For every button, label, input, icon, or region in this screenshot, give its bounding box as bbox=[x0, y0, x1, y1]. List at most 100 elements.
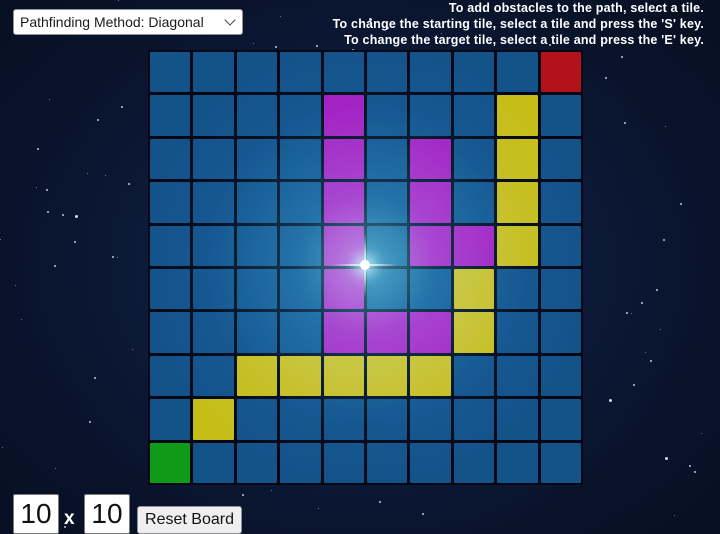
tile-empty[interactable] bbox=[323, 399, 364, 440]
tile-empty[interactable] bbox=[497, 269, 538, 310]
tile-empty[interactable] bbox=[193, 52, 234, 93]
tile-empty[interactable] bbox=[280, 138, 321, 180]
tile-empty[interactable] bbox=[367, 442, 408, 483]
tile-visited[interactable] bbox=[410, 182, 451, 223]
tile-empty[interactable] bbox=[236, 95, 278, 136]
tile-empty[interactable] bbox=[280, 269, 321, 310]
tile-empty[interactable] bbox=[367, 138, 408, 180]
tile-empty[interactable] bbox=[453, 138, 495, 180]
tile-empty[interactable] bbox=[280, 52, 321, 93]
tile-path[interactable] bbox=[323, 355, 364, 397]
tile-empty[interactable] bbox=[540, 269, 581, 310]
tile-empty[interactable] bbox=[540, 95, 581, 136]
tile-empty[interactable] bbox=[367, 269, 408, 310]
tile-empty[interactable] bbox=[497, 442, 538, 483]
tile-empty[interactable] bbox=[280, 182, 321, 223]
tile-empty[interactable] bbox=[453, 399, 495, 440]
tile-empty[interactable] bbox=[453, 442, 495, 483]
tile-path[interactable] bbox=[193, 399, 234, 440]
tile-empty[interactable] bbox=[236, 52, 278, 93]
reset-board-button[interactable]: Reset Board bbox=[137, 506, 242, 534]
tile-empty[interactable] bbox=[150, 52, 191, 93]
pathfinding-method-select[interactable]: Pathfinding Method: Diagonal bbox=[13, 9, 243, 35]
tile-empty[interactable] bbox=[236, 399, 278, 440]
tile-empty[interactable] bbox=[280, 399, 321, 440]
tile-visited[interactable] bbox=[323, 269, 364, 310]
tile-empty[interactable] bbox=[367, 225, 408, 266]
tile-empty[interactable] bbox=[236, 269, 278, 310]
tile-empty[interactable] bbox=[150, 95, 191, 136]
tile-path[interactable] bbox=[367, 355, 408, 397]
tile-empty[interactable] bbox=[497, 355, 538, 397]
tile-visited[interactable] bbox=[323, 312, 364, 353]
tile-empty[interactable] bbox=[410, 442, 451, 483]
tile-path[interactable] bbox=[453, 312, 495, 353]
tile-empty[interactable] bbox=[280, 312, 321, 353]
tile-empty[interactable] bbox=[150, 399, 191, 440]
tile-start[interactable] bbox=[150, 442, 191, 483]
tile-empty[interactable] bbox=[323, 52, 364, 93]
tile-visited[interactable] bbox=[323, 182, 364, 223]
tile-empty[interactable] bbox=[453, 355, 495, 397]
tile-empty[interactable] bbox=[540, 355, 581, 397]
tile-empty[interactable] bbox=[236, 182, 278, 223]
tile-visited[interactable] bbox=[323, 138, 364, 180]
tile-empty[interactable] bbox=[193, 95, 234, 136]
tile-visited[interactable] bbox=[410, 138, 451, 180]
tile-visited[interactable] bbox=[410, 312, 451, 353]
columns-input[interactable]: 10 bbox=[84, 494, 130, 534]
tile-path[interactable] bbox=[236, 355, 278, 397]
tile-empty[interactable] bbox=[453, 52, 495, 93]
tile-path[interactable] bbox=[497, 95, 538, 136]
tile-empty[interactable] bbox=[453, 182, 495, 223]
tile-empty[interactable] bbox=[453, 95, 495, 136]
tile-empty[interactable] bbox=[236, 225, 278, 266]
tile-empty[interactable] bbox=[497, 399, 538, 440]
tile-empty[interactable] bbox=[236, 442, 278, 483]
tile-empty[interactable] bbox=[540, 312, 581, 353]
tile-empty[interactable] bbox=[410, 269, 451, 310]
tile-empty[interactable] bbox=[193, 355, 234, 397]
tile-visited[interactable] bbox=[323, 95, 364, 136]
tile-empty[interactable] bbox=[150, 355, 191, 397]
tile-path[interactable] bbox=[280, 355, 321, 397]
tile-path[interactable] bbox=[497, 138, 538, 180]
tile-empty[interactable] bbox=[193, 269, 234, 310]
tile-empty[interactable] bbox=[150, 138, 191, 180]
tile-empty[interactable] bbox=[367, 182, 408, 223]
tile-empty[interactable] bbox=[150, 225, 191, 266]
tile-empty[interactable] bbox=[367, 399, 408, 440]
tile-empty[interactable] bbox=[410, 95, 451, 136]
tile-empty[interactable] bbox=[540, 399, 581, 440]
tile-empty[interactable] bbox=[193, 182, 234, 223]
tile-empty[interactable] bbox=[280, 225, 321, 266]
tile-empty[interactable] bbox=[193, 225, 234, 266]
tile-path[interactable] bbox=[410, 355, 451, 397]
tile-empty[interactable] bbox=[236, 312, 278, 353]
tile-empty[interactable] bbox=[280, 95, 321, 136]
tile-empty[interactable] bbox=[497, 312, 538, 353]
tile-empty[interactable] bbox=[193, 312, 234, 353]
tile-empty[interactable] bbox=[540, 138, 581, 180]
tile-empty[interactable] bbox=[236, 138, 278, 180]
tile-visited[interactable] bbox=[453, 225, 495, 266]
tile-empty[interactable] bbox=[540, 225, 581, 266]
tile-visited[interactable] bbox=[410, 225, 451, 266]
tile-empty[interactable] bbox=[540, 442, 581, 483]
tile-path[interactable] bbox=[453, 269, 495, 310]
tile-target[interactable] bbox=[540, 52, 581, 93]
tile-empty[interactable] bbox=[150, 312, 191, 353]
tile-visited[interactable] bbox=[323, 225, 364, 266]
tile-visited[interactable] bbox=[367, 312, 408, 353]
tile-empty[interactable] bbox=[410, 399, 451, 440]
tile-empty[interactable] bbox=[193, 442, 234, 483]
tile-empty[interactable] bbox=[280, 442, 321, 483]
rows-input[interactable]: 10 bbox=[13, 494, 59, 534]
tile-path[interactable] bbox=[497, 225, 538, 266]
tile-empty[interactable] bbox=[367, 95, 408, 136]
tile-path[interactable] bbox=[497, 182, 538, 223]
tile-empty[interactable] bbox=[367, 52, 408, 93]
tile-empty[interactable] bbox=[410, 52, 451, 93]
tile-empty[interactable] bbox=[540, 182, 581, 223]
tile-empty[interactable] bbox=[150, 269, 191, 310]
